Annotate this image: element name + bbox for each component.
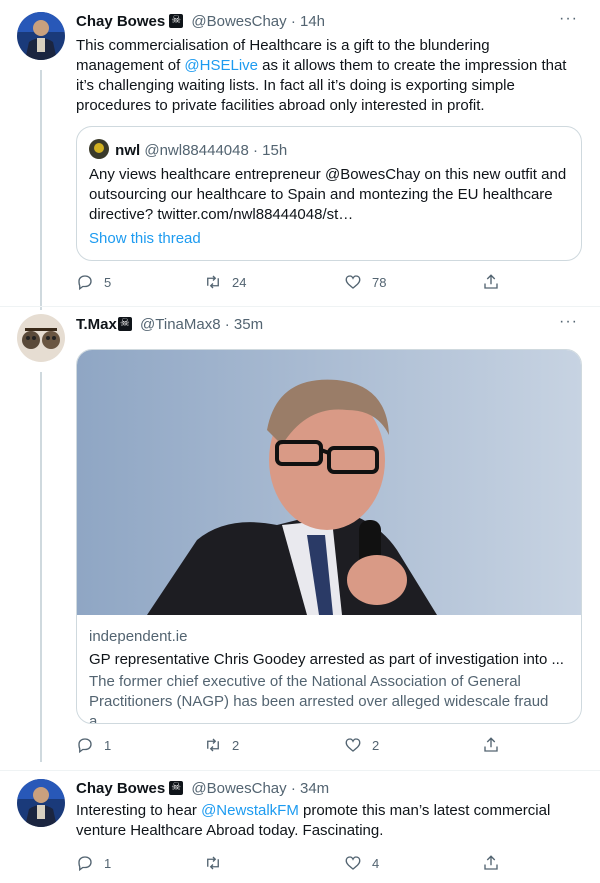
avatar[interactable] — [17, 314, 65, 362]
author-handle[interactable]: @BowesChay — [191, 13, 286, 30]
quoted-timestamp: · 15h — [253, 142, 288, 159]
share-icon — [484, 737, 498, 752]
quoted-text: Any views healthcare entrepreneur @Bowes… — [89, 166, 567, 223]
pirate-flag-icon — [169, 780, 184, 795]
mention-link[interactable]: @NewstalkFM — [201, 802, 299, 819]
like-button[interactable]: 2 — [344, 736, 379, 754]
avatar[interactable] — [17, 779, 65, 827]
author-name[interactable]: T.Max — [76, 316, 117, 333]
like-button[interactable]: 78 — [344, 273, 386, 291]
tweet-text: This commercialisation of Healthcare is … — [76, 37, 567, 114]
share-button[interactable] — [482, 273, 500, 291]
author-handle[interactable]: @TinaMax8 — [140, 316, 221, 333]
more-options-icon[interactable]: ··· — [559, 10, 578, 28]
pirate-flag-icon — [117, 316, 132, 331]
share-button[interactable] — [482, 736, 500, 754]
mention-link[interactable]: @HSELive — [184, 57, 258, 74]
tweet-timestamp[interactable]: · 34m — [291, 780, 329, 797]
quoted-avatar — [89, 139, 109, 159]
like-button[interactable]: 4 — [344, 854, 379, 872]
author-name[interactable]: Chay Bowes — [76, 13, 165, 30]
retweet-icon — [207, 275, 219, 289]
more-options-icon[interactable]: ··· — [559, 313, 578, 331]
retweet-count: 24 — [232, 274, 247, 290]
tweet-text: Interesting to hear @NewstalkFM promote … — [76, 802, 551, 839]
share-icon — [484, 274, 498, 289]
link-card-description: The former chief executive of the Nation… — [89, 673, 549, 724]
retweet-count: 2 — [232, 737, 240, 753]
like-count: 4 — [372, 855, 380, 871]
heart-icon — [345, 275, 361, 289]
heart-icon — [345, 738, 361, 752]
reply-button[interactable]: 1 — [76, 736, 111, 754]
author-name[interactable]: Chay Bowes — [76, 780, 165, 797]
author-handle[interactable]: @BowesChay — [191, 780, 286, 797]
like-count: 78 — [372, 274, 387, 290]
tweet-actions: 5 24 78 — [76, 273, 506, 293]
reply-icon — [78, 275, 92, 291]
tweet-actions: 1 2 2 — [76, 736, 506, 756]
link-card-image — [77, 350, 581, 615]
link-card[interactable]: independent.ie GP representative Chris G… — [76, 349, 582, 724]
quoted-author-name: nwl — [115, 142, 141, 159]
reply-count: 1 — [104, 737, 112, 753]
reply-icon — [78, 738, 92, 754]
quoted-author-handle: @nwl88444048 — [144, 142, 249, 159]
tweet-divider — [0, 770, 600, 771]
thread-line — [40, 372, 42, 762]
reply-button[interactable]: 1 — [76, 854, 111, 872]
retweet-button[interactable]: 2 — [204, 736, 239, 754]
link-card-title: GP representative Chris Goodey arrested … — [89, 651, 564, 668]
retweet-button[interactable] — [204, 854, 232, 872]
heart-icon — [345, 856, 361, 870]
reply-count: 5 — [104, 274, 112, 290]
tweet-timestamp[interactable]: · 35m — [225, 316, 263, 333]
quoted-tweet[interactable]: nwl @nwl88444048 · 15h Any views healthc… — [76, 126, 582, 261]
retweet-icon — [207, 738, 219, 752]
like-count: 2 — [372, 737, 380, 753]
tweet-divider — [0, 306, 600, 307]
retweet-icon — [207, 856, 219, 870]
retweet-button[interactable]: 24 — [204, 273, 246, 291]
pirate-flag-icon — [169, 13, 184, 28]
share-icon — [484, 855, 498, 870]
share-button[interactable] — [482, 854, 500, 872]
thread-line — [40, 70, 42, 310]
reply-icon — [78, 856, 92, 872]
reply-button[interactable]: 5 — [76, 273, 111, 291]
tweet-actions: 1 4 — [76, 854, 506, 874]
tweet-timestamp[interactable]: · 14h — [291, 13, 325, 30]
show-thread-link[interactable]: Show this thread — [89, 229, 201, 249]
reply-count: 1 — [104, 855, 112, 871]
avatar[interactable] — [17, 12, 65, 60]
link-card-domain: independent.ie — [89, 628, 188, 645]
